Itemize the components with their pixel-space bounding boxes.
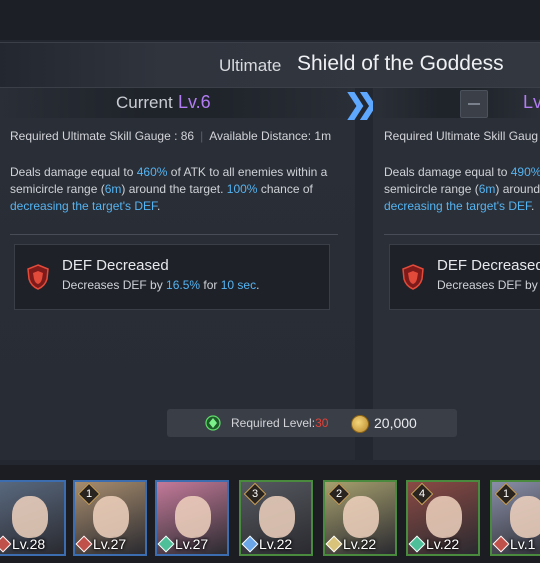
hero-card[interactable]: 1 Lv.1 [490, 480, 540, 556]
skill-type-label: Ultimate [219, 56, 282, 75]
hero-level: Lv.28 [12, 536, 46, 552]
top-backdrop [0, 0, 540, 40]
hero-face [426, 496, 462, 538]
next-requirement-line: Required Ultimate Skill Gaug [384, 129, 539, 143]
hero-star-badge: 1 [81, 486, 97, 502]
hero-level: Lv.22 [426, 536, 460, 552]
next-def-decrease-link[interactable]: decreasing the target's DEF [384, 199, 531, 213]
next-level: Lv [523, 92, 540, 112]
hero-face [175, 496, 211, 538]
hero-card[interactable]: Lv.28 [0, 480, 66, 556]
next-effect-description: Decreases DEF by [437, 278, 538, 292]
current-requirement-line: Required Ultimate Skill Gauge : 86 | Avail… [10, 129, 332, 143]
shield-icon [402, 264, 424, 290]
hero-star-badge: 4 [414, 486, 430, 502]
upgrade-requirements: Required Level:30 20,000 [167, 409, 457, 437]
current-level-panel: Current Lv.6 Required Ultimate Skill Gau… [0, 88, 355, 460]
hero-level: Lv.22 [343, 536, 377, 552]
next-skill-description: Deals damage equal to 490% semicircle ra… [384, 165, 540, 213]
hero-face [343, 496, 379, 538]
hero-card[interactable]: 3 Lv.22 [239, 480, 313, 556]
hero-level: Lv.22 [259, 536, 293, 552]
shield-icon [27, 264, 49, 290]
skill-name: Shield of the Goddess [297, 52, 504, 75]
effect-title: DEF Decreased [62, 257, 169, 274]
hero-card[interactable]: 2 Lv.22 [323, 480, 397, 556]
hero-face [259, 496, 295, 538]
hero-face [510, 496, 540, 538]
level-decrease-button[interactable] [460, 90, 488, 118]
double-chevron-right-icon: ❯❯ [344, 89, 379, 119]
next-level-panel: Lv Required Ultimate Skill Gaug Deals da… [373, 88, 540, 460]
next-panel-header: Lv [373, 88, 540, 118]
effect-description: Decreases DEF by 16.5% for 10 sec. [62, 278, 260, 292]
next-effect-title: DEF Decreased [437, 257, 540, 274]
def-decrease-link[interactable]: decreasing the target's DEF [10, 199, 157, 213]
next-divider [384, 234, 540, 235]
current-effect-box: DEF Decreased Decreases DEF by 16.5% for… [14, 244, 330, 310]
gold-cost: 20,000 [374, 415, 417, 431]
hero-card[interactable]: 4 Lv.22 [406, 480, 480, 556]
gold-coin-icon [351, 415, 369, 433]
hero-star-badge: 3 [247, 486, 263, 502]
hero-level: Lv.1 [510, 536, 536, 552]
hero-card[interactable]: Lv.27 [155, 480, 229, 556]
current-panel-header: Current Lv.6 [0, 88, 355, 118]
current-label: Current [116, 93, 173, 112]
required-gauge-text: Required Ultimate Skill Gauge : 86 [10, 129, 195, 143]
level-gem-icon [205, 415, 221, 431]
hero-level: Lv.27 [175, 536, 209, 552]
hero-card[interactable]: 1 Lv.27 [73, 480, 147, 556]
current-skill-description: Deals damage equal to 460% of ATK to all… [10, 165, 328, 213]
hero-star-badge: 2 [331, 486, 347, 502]
hero-face [12, 496, 48, 538]
hero-level: Lv.27 [93, 536, 127, 552]
hero-face [93, 496, 129, 538]
available-distance-text: Available Distance: 1m [209, 129, 332, 143]
next-effect-box: DEF Decreased Decreases DEF by [389, 244, 540, 310]
required-level-text: Required Level:30 [231, 416, 329, 430]
current-divider [10, 234, 338, 235]
hero-star-badge: 1 [498, 486, 514, 502]
current-level: Lv.6 [178, 92, 211, 112]
